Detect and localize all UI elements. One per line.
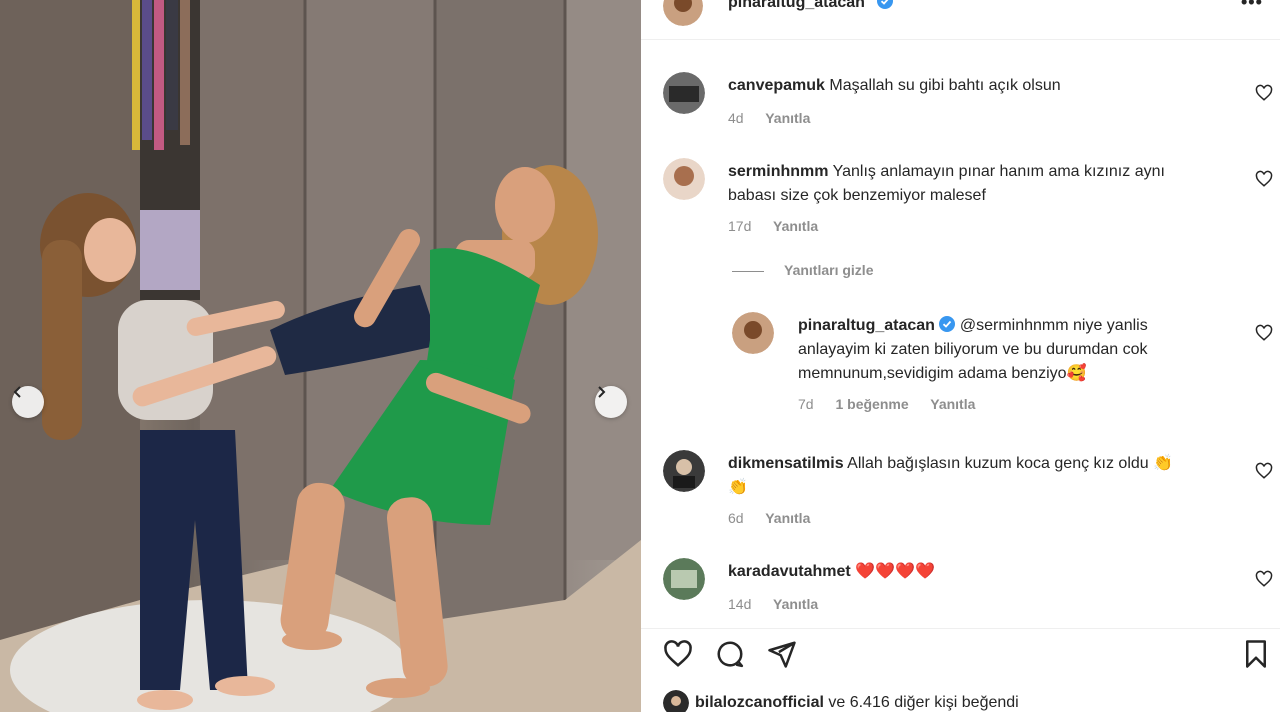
- photo-illustration: [0, 0, 641, 712]
- comment-meta: 6d Yanıtla: [728, 510, 828, 526]
- comment-username[interactable]: karadavutahmet: [728, 563, 851, 580]
- verified-badge-icon: [877, 0, 893, 9]
- comment-time: 6d: [728, 510, 744, 526]
- heart-icon[interactable]: [1255, 170, 1273, 188]
- comment-time: 17d: [728, 218, 752, 234]
- author-username[interactable]: pinaraltug_atacan: [728, 0, 865, 12]
- comment-body: Maşallah su gibi bahtı açık olsun: [829, 77, 1061, 94]
- replies-divider: [732, 270, 764, 272]
- comment-body-line2: 👏: [728, 479, 748, 496]
- comment-text: serminhnmm Yanlış anlamayın pınar hanım …: [728, 160, 1218, 208]
- like-heart-icon[interactable]: [663, 639, 693, 669]
- comment-time: 4d: [728, 110, 744, 126]
- comment-body-line1: @serminhnmm niye yanlis: [959, 317, 1148, 334]
- heart-icon[interactable]: [1255, 570, 1273, 588]
- comment-likes-count[interactable]: 1 beğenme: [835, 396, 908, 412]
- commenter-avatar[interactable]: [663, 158, 705, 200]
- comment-body-line2: anlayayim ki zaten biliyorum ve bu durum…: [798, 341, 1148, 358]
- previous-photo-button[interactable]: [12, 386, 44, 418]
- commenter-avatar[interactable]: [732, 312, 774, 354]
- comment-meta: 14d Yanıtla: [728, 596, 836, 612]
- verified-badge-icon: [939, 316, 956, 332]
- chevron-left-icon: [13, 386, 21, 398]
- comment-meta: 7d 1 beğenme Yanıtla: [798, 396, 993, 412]
- liker-avatar[interactable]: [663, 690, 689, 712]
- heart-icon[interactable]: [1255, 324, 1273, 342]
- bookmark-icon[interactable]: [1241, 639, 1271, 669]
- comment-username[interactable]: dikmensatilmis: [728, 455, 844, 472]
- heart-icon[interactable]: [1255, 84, 1273, 102]
- comment-text: dikmensatilmis Allah bağışlasın kuzum ko…: [728, 452, 1218, 500]
- comment-body-line1: Yanlış anlamayın pınar hanım ama kızınız…: [832, 163, 1165, 180]
- share-send-icon[interactable]: [767, 639, 797, 669]
- chevron-right-icon: [598, 386, 606, 398]
- heart-icon[interactable]: [1255, 462, 1273, 480]
- reply-button[interactable]: Yanıtla: [773, 596, 818, 612]
- liked-by-line: bilalozcanofficial ve 6.416 diğer kişi b…: [663, 690, 1019, 712]
- commenter-avatar[interactable]: [663, 72, 705, 114]
- comment-text: canvepamuk Maşallah su gibi bahtı açık o…: [728, 74, 1061, 98]
- comment-body-line1: Allah bağışlasın kuzum koca genç kız old…: [847, 455, 1174, 472]
- reply-button[interactable]: Yanıtla: [930, 396, 975, 412]
- comment-text: pinaraltug_atacan @serminhnmm niye yanli…: [798, 314, 1228, 386]
- comments-panel: pinaraltug_atacan ••• canvepamuk Maşalla…: [641, 0, 1280, 712]
- comment-meta: 17d Yanıtla: [728, 218, 836, 234]
- comment-bubble-icon[interactable]: [715, 639, 745, 669]
- post-photo: [0, 0, 641, 712]
- liker-username[interactable]: bilalozcanofficial: [695, 694, 824, 711]
- comment-time: 7d: [798, 396, 814, 412]
- post-header: pinaraltug_atacan •••: [641, 0, 1280, 40]
- author-avatar[interactable]: [663, 0, 703, 26]
- reply-button[interactable]: Yanıtla: [765, 510, 810, 526]
- comment-username[interactable]: serminhnmm: [728, 163, 828, 180]
- comment-text: karadavutahmet ❤️❤️❤️❤️: [728, 560, 935, 584]
- post-actions: [641, 628, 1280, 678]
- next-photo-button[interactable]: [595, 386, 627, 418]
- comment-body: ❤️❤️❤️❤️: [855, 563, 935, 580]
- comment-body-line3: memnunum,sevidigim adama benziyo🥰: [798, 365, 1087, 382]
- comment-body-line2: babası size çok benzemiyor malesef: [728, 187, 986, 204]
- comment-username[interactable]: pinaraltug_atacan: [798, 317, 935, 334]
- hide-replies-label: Yanıtları gizle: [784, 262, 874, 278]
- reply-button[interactable]: Yanıtla: [765, 110, 810, 126]
- more-options-icon[interactable]: •••: [1241, 0, 1263, 13]
- reply-button[interactable]: Yanıtla: [773, 218, 818, 234]
- commenter-avatar[interactable]: [663, 450, 705, 492]
- comment-username[interactable]: canvepamuk: [728, 77, 825, 94]
- commenter-avatar[interactable]: [663, 558, 705, 600]
- comment-time: 14d: [728, 596, 752, 612]
- hide-replies-button[interactable]: Yanıtları gizle: [732, 262, 873, 278]
- likes-summary[interactable]: ve 6.416 diğer kişi beğendi: [824, 694, 1018, 711]
- comment-meta: 4d Yanıtla: [728, 110, 828, 126]
